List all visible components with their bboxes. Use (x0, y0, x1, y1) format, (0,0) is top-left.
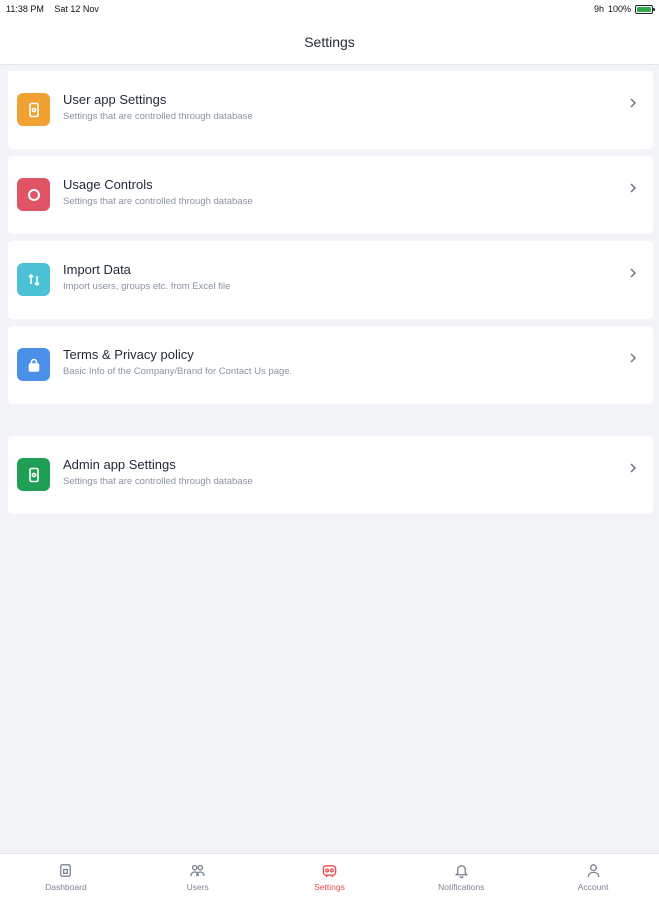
tab-users[interactable]: Users (132, 854, 264, 900)
page-title: Settings (304, 34, 355, 50)
settings-item-terms-privacy[interactable]: Terms & Privacy policy Basic Info of the… (8, 326, 653, 404)
tab-notifications[interactable]: Notifications (395, 854, 527, 900)
users-icon (190, 864, 205, 877)
battery-icon (635, 4, 655, 14)
status-bar: 11:38 PM Sat 12 Nov 9h 100% (0, 0, 659, 20)
lock-icon (17, 348, 50, 381)
status-signal: 9h (593, 4, 604, 14)
settings-item-title: Usage Controls (63, 177, 153, 192)
settings-item-subtitle: Settings that are controlled through dat… (63, 111, 253, 122)
dashboard-icon (60, 864, 72, 877)
settings-item-admin-app[interactable]: Admin app Settings Settings that are con… (8, 436, 653, 514)
tab-label: Account (577, 882, 609, 892)
settings-item-user-app[interactable]: User app Settings Settings that are cont… (8, 71, 653, 149)
bottom-tab-bar: Dashboard Users Settings Notifications A… (0, 853, 659, 900)
donut-icon (17, 178, 50, 211)
chevron-right-icon (630, 353, 637, 363)
bell-icon (454, 865, 469, 879)
settings-icon (322, 865, 337, 878)
tab-label: Settings (314, 882, 345, 892)
settings-item-title: Import Data (63, 262, 131, 277)
tab-label: Dashboard (45, 882, 87, 892)
tab-dashboard[interactable]: Dashboard (0, 854, 132, 900)
tab-label: Notifications (438, 882, 485, 892)
phone-settings-icon (17, 93, 50, 126)
status-date: Sat 12 Nov (54, 4, 99, 14)
settings-item-import-data[interactable]: Import Data Import users, groups etc. fr… (8, 241, 653, 319)
sort-arrows-icon (17, 263, 50, 296)
phone-settings-icon (17, 458, 50, 491)
tab-label: Users (186, 882, 209, 892)
settings-item-subtitle: Import users, groups etc. from Excel fil… (63, 281, 231, 292)
tab-account[interactable]: Account (527, 854, 659, 900)
settings-item-subtitle: Settings that are controlled through dat… (63, 196, 253, 207)
chevron-right-icon (630, 183, 637, 193)
navigation-bar: Settings (0, 20, 659, 65)
tab-settings[interactable]: Settings (264, 854, 396, 900)
status-battery-text: 100% (607, 4, 631, 14)
chevron-right-icon (630, 98, 637, 108)
user-icon (587, 864, 599, 878)
settings-item-subtitle: Basic Info of the Company/Brand for Cont… (63, 366, 293, 377)
settings-item-subtitle: Settings that are controlled through dat… (63, 476, 253, 487)
settings-item-title: User app Settings (63, 92, 167, 107)
chevron-right-icon (630, 268, 637, 278)
status-time: 11:38 PM (6, 4, 44, 14)
chevron-right-icon (630, 463, 637, 473)
settings-item-title: Terms & Privacy policy (63, 347, 194, 362)
settings-item-usage-controls[interactable]: Usage Controls Settings that are control… (8, 156, 653, 234)
settings-item-title: Admin app Settings (63, 457, 176, 472)
